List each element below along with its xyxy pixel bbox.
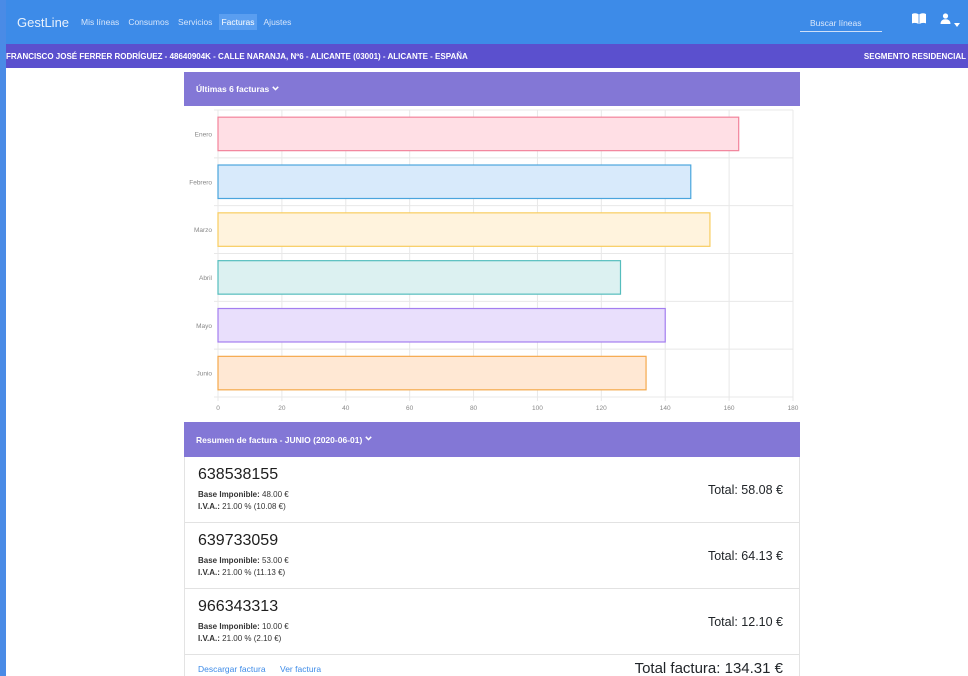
invoice-line-item: 639733059 Base Imponible: 53.00 € I.V.A.… <box>185 523 799 589</box>
category-label: Marzo <box>194 227 212 234</box>
invoices-panel-title: Últimas 6 facturas <box>196 84 270 94</box>
segment-label: SEGMENTO RESIDENCIAL <box>863 51 966 61</box>
invoice-grand-total: Total factura: 134.31 € <box>634 660 783 676</box>
category-label: Abril <box>199 275 213 282</box>
summary-panel-title: Resumen de factura - JUNIO (2020-06-01) <box>196 434 363 445</box>
iva-label: I.V.A.: <box>198 634 220 643</box>
base-label: Base Imponible: <box>198 490 260 499</box>
bar-mayo <box>217 307 666 343</box>
bar-marzo <box>217 212 711 247</box>
x-tick-label: 120 <box>596 405 607 412</box>
x-tick-label: 0 <box>216 405 220 412</box>
invoice-line-item: 966343313 Base Imponible: 10.00 € I.V.A.… <box>185 589 799 655</box>
chevron-down-icon <box>272 85 279 93</box>
iva: I.V.A.: 21.00 % (11.13 €) <box>198 568 285 577</box>
line-number: 639733059 <box>198 532 279 549</box>
iva-value: 21.00 % (10.08 €) <box>222 502 286 511</box>
iva-value: 21.00 % (11.13 €) <box>222 568 286 577</box>
summary-panel-header[interactable]: Resumen de factura - JUNIO (2020-06-01) <box>184 422 800 457</box>
invoices-panel-header[interactable]: Últimas 6 facturas <box>184 72 800 106</box>
base-value: 10.00 € <box>262 622 289 631</box>
chart-svg: Enero Febrero Marzo Abril Mayo Junio 0 20 40 60 80… <box>189 109 799 412</box>
summary-footer: Descargar factura Ver factura Total fact… <box>185 655 799 676</box>
category-label: Enero <box>195 131 213 138</box>
iva: I.V.A.: 21.00 % (10.08 €) <box>198 502 286 511</box>
customer-info: FRANCISCO JOSÉ FERRER RODRÍGUEZ - 486409… <box>6 51 468 61</box>
invoices-bar-chart: Enero Febrero Marzo Abril Mayo Junio 0 20 40 60 80… <box>184 106 800 418</box>
nav-ajustes[interactable]: Ajustes <box>262 14 294 30</box>
base-value: 53.00 € <box>262 556 289 565</box>
x-tick-label: 80 <box>470 405 478 412</box>
x-tick-label: 100 <box>532 405 543 412</box>
category-label: Mayo <box>196 323 212 330</box>
bar-abril <box>217 260 622 295</box>
bar-febrero <box>217 164 692 200</box>
chevron-down-icon <box>365 436 373 443</box>
x-tick-label: 180 <box>788 405 799 412</box>
line-total: Total: 64.13 € <box>707 549 783 563</box>
brand-logo[interactable]: GestLine <box>17 15 69 30</box>
view-invoice-link[interactable]: Ver factura <box>280 664 321 674</box>
base-value: 48.00 € <box>262 490 289 499</box>
base-imponible: Base Imponible: 48.00 € <box>198 490 289 499</box>
x-tick-label: 20 <box>278 405 286 412</box>
x-tick-label: 140 <box>660 405 671 412</box>
line-number: 638538155 <box>198 466 279 483</box>
nav-consumos[interactable]: Consumos <box>126 14 171 30</box>
x-tick-label: 40 <box>342 405 350 412</box>
user-icon[interactable] <box>940 13 951 27</box>
category-label: Febrero <box>189 179 212 186</box>
customer-bar: FRANCISCO JOSÉ FERRER RODRÍGUEZ - 486409… <box>6 44 968 68</box>
nav-servicios[interactable]: Servicios <box>176 14 214 30</box>
bar-junio <box>217 355 647 391</box>
line-total: Total: 12.10 € <box>707 615 783 629</box>
invoice-line-item: 638538155 Base Imponible: 48.00 € I.V.A.… <box>185 457 799 523</box>
base-label: Base Imponible: <box>198 622 260 631</box>
iva-label: I.V.A.: <box>198 502 220 511</box>
invoice-summary: 638538155 Base Imponible: 48.00 € I.V.A.… <box>184 457 800 676</box>
line-total: Total: 58.08 € <box>707 483 783 497</box>
caret-down-icon[interactable] <box>954 16 960 30</box>
book-icon[interactable] <box>912 13 926 27</box>
line-number: 966343313 <box>198 598 279 615</box>
bar-enero <box>217 116 740 152</box>
nav-mis-lineas[interactable]: Mis líneas <box>79 14 121 30</box>
search-input[interactable] <box>800 14 882 32</box>
base-imponible: Base Imponible: 10.00 € <box>198 622 289 631</box>
iva: I.V.A.: 21.00 % (2.10 €) <box>198 634 281 643</box>
x-tick-label: 160 <box>724 405 735 412</box>
nav-facturas[interactable]: Facturas <box>219 14 257 30</box>
window-edge <box>0 0 6 676</box>
iva-value: 21.00 % (2.10 €) <box>222 634 282 643</box>
category-label: Junio <box>196 371 212 378</box>
iva-label: I.V.A.: <box>198 568 220 577</box>
x-tick-label: 60 <box>406 405 414 412</box>
base-imponible: Base Imponible: 53.00 € <box>198 556 289 565</box>
base-label: Base Imponible: <box>198 556 260 565</box>
download-invoice-link[interactable]: Descargar factura <box>198 664 266 674</box>
